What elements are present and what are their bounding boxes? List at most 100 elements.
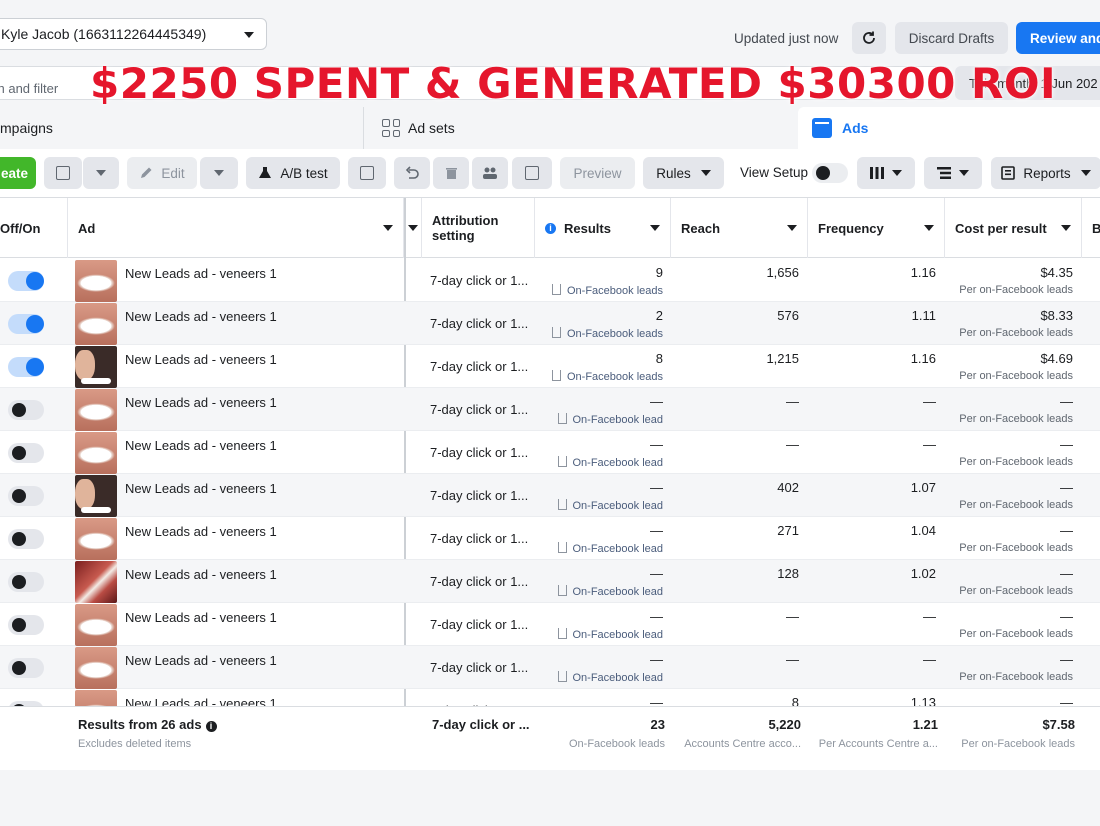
- ad-status-toggle[interactable]: [8, 529, 44, 549]
- footer-attribution: 7-day click or ...: [432, 717, 530, 732]
- clipboard-button[interactable]: [348, 157, 386, 189]
- chevron-down-icon: [892, 170, 902, 176]
- info-icon: i: [545, 222, 556, 234]
- ad-status-toggle[interactable]: [8, 271, 44, 291]
- toggle-knob: [26, 315, 44, 333]
- ab-test-button[interactable]: A/B test: [246, 157, 340, 189]
- ad-name[interactable]: New Leads ad - veneers 1: [125, 567, 277, 582]
- ad-name[interactable]: New Leads ad - veneers 1: [125, 610, 277, 625]
- col-frequency[interactable]: Frequency: [808, 198, 945, 258]
- toggle-knob: [12, 661, 26, 675]
- ad-thumbnail[interactable]: [75, 346, 117, 388]
- duplicate-button[interactable]: [44, 157, 82, 189]
- results-value: —: [650, 480, 663, 495]
- ad-thumbnail[interactable]: [75, 518, 117, 560]
- cost-value: —: [1060, 480, 1073, 495]
- ad-status-toggle[interactable]: [8, 314, 44, 334]
- ad-name[interactable]: New Leads ad - veneers 1: [125, 653, 277, 668]
- ad-status-toggle[interactable]: [8, 572, 44, 592]
- col-reach[interactable]: Reach: [671, 198, 808, 258]
- toggle-knob: [12, 403, 26, 417]
- discard-drafts-button[interactable]: Discard Drafts: [895, 22, 1008, 54]
- table-row[interactable]: New Leads ad - veneers 1 7-day click or 1…: [0, 259, 1100, 302]
- ad-account-selector[interactable]: Kyle Jacob (1663112264445349): [0, 18, 267, 50]
- breakdown-icon: [937, 167, 951, 179]
- cost-type: Per on-Facebook leads: [959, 542, 1073, 554]
- ad-name[interactable]: New Leads ad - veneers 1: [125, 352, 277, 367]
- preview-button[interactable]: Preview: [560, 157, 635, 189]
- ad-name[interactable]: New Leads ad - veneers 1: [125, 266, 277, 281]
- chevron-down-icon: [408, 225, 418, 231]
- ad-thumbnail[interactable]: [75, 561, 117, 603]
- ad-name[interactable]: New Leads ad - veneers 1: [125, 309, 277, 324]
- table-row[interactable]: New Leads ad - veneers 1 7-day click or 1…: [0, 603, 1100, 646]
- ad-status-toggle[interactable]: [8, 357, 44, 377]
- results-type-label: On-Facebook lead: [572, 586, 664, 598]
- export-icon: [525, 166, 539, 180]
- table-row[interactable]: New Leads ad - veneers 1 7-day click or 1…: [0, 345, 1100, 388]
- ad-name[interactable]: New Leads ad - veneers 1: [125, 524, 277, 539]
- table-row[interactable]: New Leads ad - veneers 1 7-day click or 1…: [0, 646, 1100, 689]
- view-setup-toggle[interactable]: [812, 163, 848, 183]
- ad-status-toggle[interactable]: [8, 400, 44, 420]
- results-type: On-Facebook lead: [540, 413, 663, 426]
- ad-name[interactable]: New Leads ad - veneers 1: [125, 481, 277, 496]
- columns-button[interactable]: [857, 157, 915, 189]
- ad-status-toggle[interactable]: [8, 658, 44, 678]
- footer-reach: 5,220: [768, 717, 801, 732]
- audience-button[interactable]: [472, 157, 508, 189]
- toggle-knob: [26, 272, 44, 290]
- edit-button[interactable]: Edit: [127, 157, 197, 189]
- chevron-down-icon: [96, 170, 106, 176]
- ad-thumbnail[interactable]: [75, 260, 117, 302]
- create-button[interactable]: eate: [0, 157, 36, 189]
- col-next[interactable]: B: [1082, 198, 1100, 258]
- edit-dropdown[interactable]: [200, 157, 238, 189]
- tab-campaigns[interactable]: mpaigns: [0, 107, 364, 149]
- review-and-publish-button[interactable]: Review and: [1016, 22, 1100, 54]
- info-icon[interactable]: i: [205, 721, 217, 732]
- ad-thumbnail[interactable]: [75, 432, 117, 474]
- col-cost-per-result[interactable]: Cost per result: [945, 198, 1082, 258]
- table-footer: Results from 26 ads i Excludes deleted it…: [0, 706, 1100, 770]
- col-ad[interactable]: Ad: [68, 198, 404, 258]
- tab-ads[interactable]: Ads: [798, 107, 1100, 149]
- ad-thumbnail[interactable]: [75, 604, 117, 646]
- tab-campaigns-label: mpaigns: [0, 120, 53, 136]
- cost-value: $4.35: [1040, 265, 1073, 280]
- ad-name[interactable]: New Leads ad - veneers 1: [125, 438, 277, 453]
- tab-ad-sets[interactable]: Ad sets: [366, 107, 798, 149]
- export-button[interactable]: [512, 157, 552, 189]
- table-row[interactable]: New Leads ad - veneers 1 7-day click or 1…: [0, 517, 1100, 560]
- ad-status-toggle[interactable]: [8, 615, 44, 635]
- col-results[interactable]: i Results: [535, 198, 671, 258]
- ad-thumbnail[interactable]: [75, 389, 117, 431]
- refresh-button[interactable]: [852, 22, 886, 54]
- table-row[interactable]: New Leads ad - veneers 1 7-day click or 1…: [0, 560, 1100, 603]
- rules-button[interactable]: Rules: [643, 157, 724, 189]
- col-off-on[interactable]: Off/On: [0, 198, 68, 258]
- ad-name[interactable]: New Leads ad - veneers 1: [125, 395, 277, 410]
- col-attribution[interactable]: Attribution setting: [422, 198, 535, 258]
- ad-thumbnail[interactable]: [75, 475, 117, 517]
- reports-button[interactable]: Reports: [991, 157, 1100, 189]
- cost-value: —: [1060, 394, 1073, 409]
- col-ad-menu[interactable]: [406, 198, 422, 258]
- ad-status-toggle[interactable]: [8, 486, 44, 506]
- footer-cost: $7.58: [1042, 717, 1075, 732]
- table-row[interactable]: New Leads ad - veneers 1 7-day click or 1…: [0, 474, 1100, 517]
- ad-thumbnail[interactable]: [75, 647, 117, 689]
- delete-button[interactable]: [433, 157, 469, 189]
- ad-thumbnail[interactable]: [75, 303, 117, 345]
- table-row[interactable]: New Leads ad - veneers 1 7-day click or 1…: [0, 302, 1100, 345]
- results-type-label: On-Facebook lead: [572, 500, 664, 512]
- undo-button[interactable]: [394, 157, 430, 189]
- duplicate-dropdown[interactable]: [83, 157, 119, 189]
- results-type-label: On-Facebook lead: [572, 457, 664, 469]
- breakdown-button[interactable]: [924, 157, 982, 189]
- table-row[interactable]: New Leads ad - veneers 1 7-day click or 1…: [0, 431, 1100, 474]
- table-row[interactable]: New Leads ad - veneers 1 7-day click or 1…: [0, 388, 1100, 431]
- results-type: On-Facebook lead: [540, 499, 663, 512]
- ad-status-toggle[interactable]: [8, 443, 44, 463]
- chevron-down-icon: [787, 225, 797, 231]
